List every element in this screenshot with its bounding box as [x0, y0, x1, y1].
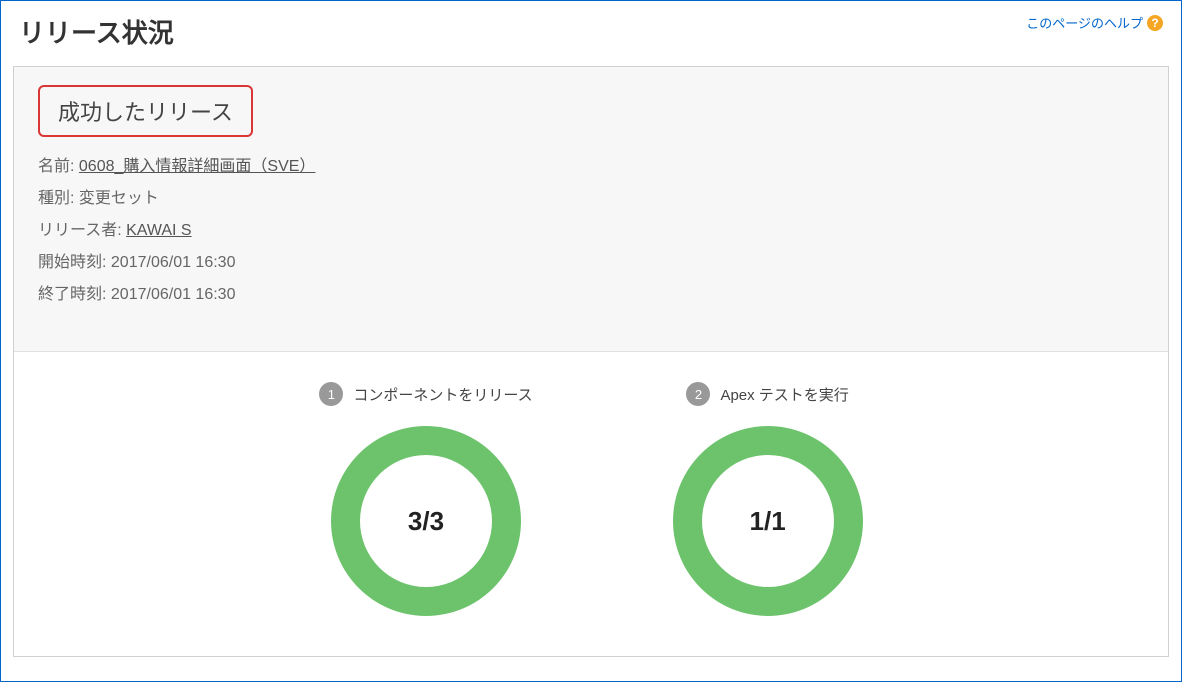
components-progress-inner: 3/3: [360, 455, 492, 587]
steps-area: 1 コンポーネントをリリース 3/3 2 Apex テストを実行 1/1: [14, 351, 1168, 656]
step-number-1-icon: 1: [319, 382, 343, 406]
step-components-label: コンポーネントをリリース: [353, 384, 532, 405]
step-components: 1 コンポーネントをリリース 3/3: [319, 382, 532, 616]
end-time-label: 終了時刻:: [38, 286, 106, 303]
step-components-header: 1 コンポーネントをリリース: [319, 382, 532, 406]
apex-progress-ring: 1/1: [673, 426, 863, 616]
release-info-section: 成功したリリース 名前: 0608_購入情報詳細画面（SVE） 種別: 変更セッ…: [14, 67, 1168, 351]
start-time-label: 開始時刻:: [38, 254, 106, 271]
releaser-label: リリース者:: [38, 222, 122, 239]
end-time-row: 終了時刻: 2017/06/01 16:30: [38, 279, 1144, 311]
page-title: リリース状況: [19, 13, 174, 50]
apex-progress-text: 1/1: [750, 506, 786, 537]
type-label: 種別:: [38, 190, 74, 207]
name-label: 名前:: [38, 158, 74, 175]
help-link[interactable]: このページのヘルプ ?: [1026, 13, 1163, 32]
help-icon: ?: [1147, 15, 1163, 31]
step-apex-header: 2 Apex テストを実行: [686, 382, 848, 406]
apex-progress-inner: 1/1: [702, 455, 834, 587]
start-time-value: 2017/06/01 16:30: [111, 254, 236, 271]
components-progress-text: 3/3: [408, 506, 444, 537]
type-value: 変更セット: [79, 190, 159, 207]
releaser-row: リリース者: KAWAI S: [38, 215, 1144, 247]
type-row: 種別: 変更セット: [38, 183, 1144, 215]
status-badge: 成功したリリース: [38, 85, 253, 137]
step-apex: 2 Apex テストを実行 1/1: [673, 382, 863, 616]
end-time-value: 2017/06/01 16:30: [111, 286, 236, 303]
releaser-link[interactable]: KAWAI S: [126, 222, 192, 239]
help-link-text: このページのヘルプ: [1026, 13, 1143, 32]
name-link[interactable]: 0608_購入情報詳細画面（SVE）: [79, 158, 316, 175]
step-apex-label: Apex テストを実行: [720, 384, 848, 405]
start-time-row: 開始時刻: 2017/06/01 16:30: [38, 247, 1144, 279]
name-row: 名前: 0608_購入情報詳細画面（SVE）: [38, 151, 1144, 183]
components-progress-ring: 3/3: [331, 426, 521, 616]
step-number-2-icon: 2: [686, 382, 710, 406]
content-panel: 成功したリリース 名前: 0608_購入情報詳細画面（SVE） 種別: 変更セッ…: [13, 66, 1169, 657]
